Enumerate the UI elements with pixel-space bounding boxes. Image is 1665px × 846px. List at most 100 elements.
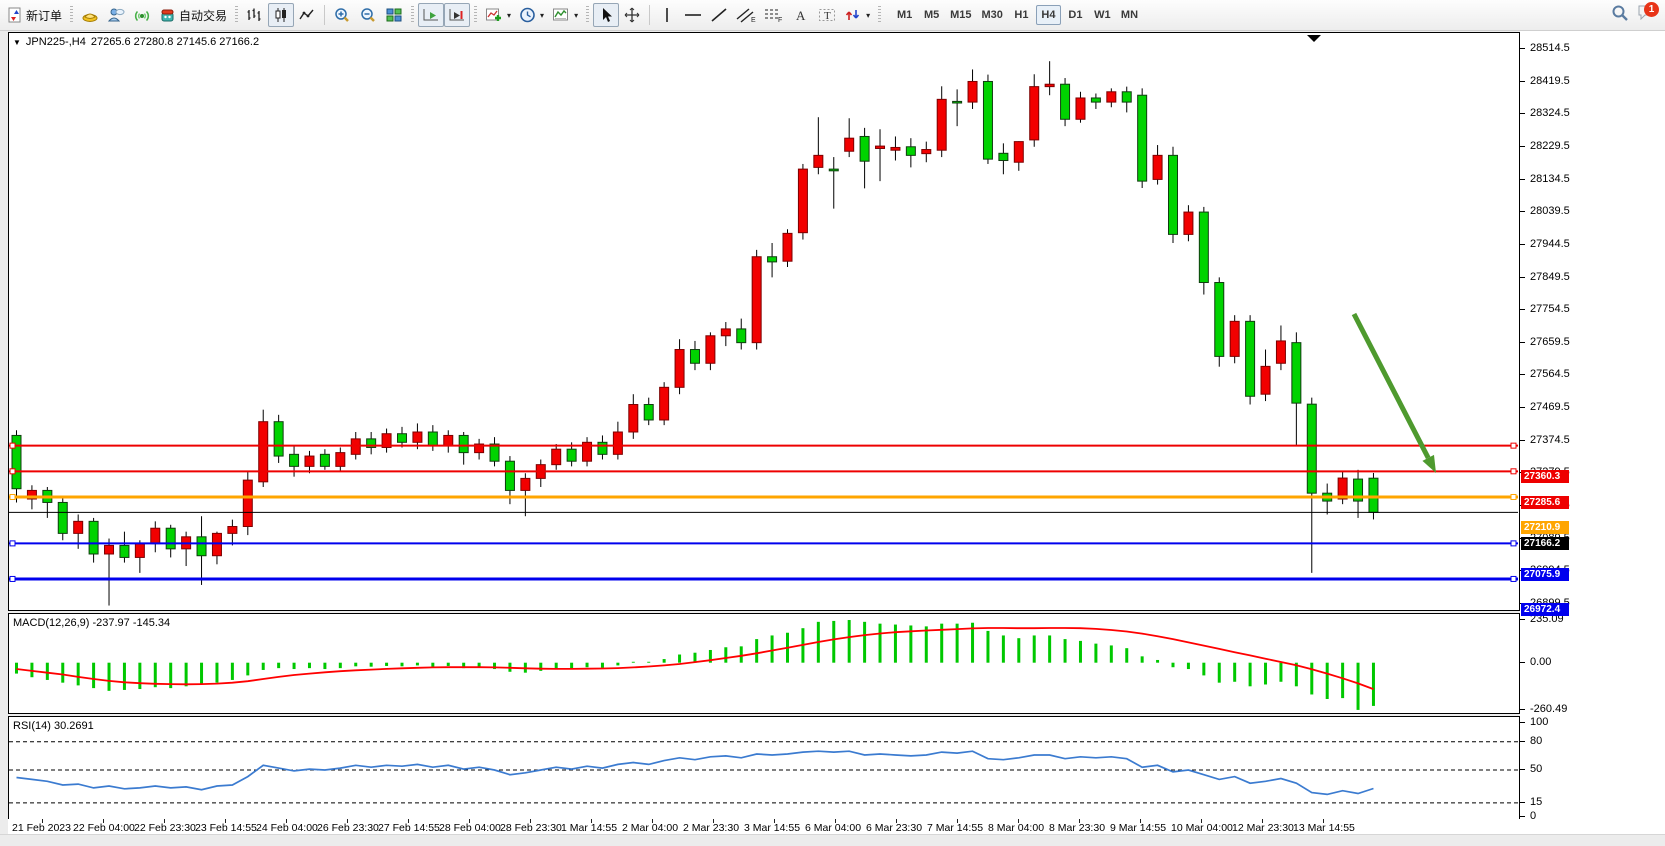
tab-h4[interactable]: H4: [1036, 5, 1061, 25]
tab-m5[interactable]: M5: [919, 5, 944, 25]
level-handle[interactable]: [10, 541, 15, 546]
level-handle[interactable]: [10, 469, 15, 474]
crosshair-button[interactable]: [619, 3, 645, 27]
arrows-button[interactable]: ▾: [840, 3, 874, 27]
level-handle[interactable]: [1511, 494, 1516, 499]
tab-m1[interactable]: M1: [892, 5, 917, 25]
candle-body: [428, 432, 437, 446]
tab-d1[interactable]: D1: [1063, 5, 1088, 25]
cursor-button[interactable]: [593, 3, 619, 27]
chart-shift-marker[interactable]: [1307, 35, 1321, 42]
trend-arrow-annotation[interactable]: [1354, 314, 1428, 458]
templates-icon: [552, 7, 570, 23]
svg-text:E: E: [751, 17, 756, 23]
candle-body: [690, 350, 699, 364]
price-axis-label: 28419.5: [1530, 75, 1570, 87]
level-handle[interactable]: [1511, 443, 1516, 448]
autotrading-icon: [159, 7, 176, 23]
axis-tick: [1520, 48, 1525, 49]
level-handle[interactable]: [1511, 469, 1516, 474]
new-order-icon: [7, 7, 23, 23]
new-order-button[interactable]: 新订单: [3, 3, 66, 27]
bar-chart-button[interactable]: [242, 3, 268, 27]
timeframe-bar: M1 M5 M15 M30 H1 H4 D1 W1 MN: [891, 5, 1143, 25]
price-axis-label: 27754.5: [1530, 303, 1570, 315]
candle-body: [320, 454, 329, 466]
price-tag: 27210.9: [1521, 521, 1569, 534]
candle-body: [1230, 321, 1239, 356]
notifications-button[interactable]: 1: [1637, 4, 1657, 22]
toolbar-grip: [411, 6, 414, 24]
community-button[interactable]: [103, 3, 129, 27]
zoom-out-icon: [359, 7, 377, 24]
axis-tick: [1520, 741, 1525, 742]
candle-body: [1215, 283, 1224, 357]
level-handle[interactable]: [10, 576, 15, 581]
tab-m30[interactable]: M30: [978, 5, 1007, 25]
arrows-icon: [844, 7, 862, 23]
autotrading-label: 自动交易: [179, 7, 227, 24]
candle-body: [829, 169, 838, 171]
candle-body: [860, 136, 869, 161]
tile-windows-button[interactable]: [381, 3, 407, 27]
signal-button[interactable]: [129, 3, 155, 27]
text-button[interactable]: A: [788, 3, 814, 27]
rsi-label: RSI(14) 30.2691: [13, 720, 94, 732]
candle-body: [290, 454, 299, 466]
add-indicator-button[interactable]: ▾: [481, 3, 515, 27]
zoom-in-button[interactable]: [329, 3, 355, 27]
price-tag: 27075.9: [1521, 568, 1569, 581]
line-chart-button[interactable]: [294, 3, 320, 27]
rsi-panel[interactable]: RSI(14) 30.2691: [8, 716, 1520, 821]
price-chart-panel[interactable]: ▼ JPN225-,H4 27265.6 27280.8 27145.6 271…: [8, 32, 1520, 611]
candle-body: [89, 521, 98, 554]
trendline-button[interactable]: [706, 3, 732, 27]
vertical-line-button[interactable]: [654, 3, 680, 27]
axis-tick: [1520, 277, 1525, 278]
gold-ingot-button[interactable]: [77, 3, 103, 27]
svg-text:F: F: [778, 17, 782, 23]
time-axis[interactable]: 21 Feb 202322 Feb 04:0022 Feb 23:3023 Fe…: [8, 819, 1520, 834]
toolbar-separator: [324, 5, 325, 25]
time-axis-label: 8 Mar 23:30: [1049, 822, 1105, 834]
level-handle[interactable]: [1511, 576, 1516, 581]
level-handle[interactable]: [1511, 541, 1516, 546]
candle-body: [783, 233, 792, 261]
dropdown-caret-icon: ▾: [574, 11, 578, 20]
left-gutter: [0, 31, 8, 834]
periods-button[interactable]: ▾: [515, 3, 548, 27]
trading-platform-window: 新订单: [0, 0, 1665, 846]
level-handle[interactable]: [10, 494, 15, 499]
text-label-button[interactable]: T: [814, 3, 840, 27]
zoom-out-button[interactable]: [355, 3, 381, 27]
equidistant-channel-icon: E: [736, 7, 756, 23]
candle-body: [752, 257, 761, 343]
autotrading-button[interactable]: 自动交易: [155, 3, 231, 27]
notification-badge: 1: [1644, 2, 1659, 17]
dropdown-caret-icon: ▾: [540, 11, 544, 20]
chart-menu-icon[interactable]: ▼: [13, 38, 21, 47]
equidistant-channel-button[interactable]: E: [732, 3, 760, 27]
tab-h1[interactable]: H1: [1009, 5, 1034, 25]
candle-body: [1369, 478, 1378, 512]
chart-shift-button[interactable]: [444, 3, 470, 27]
auto-scroll-button[interactable]: [418, 3, 444, 27]
candle-body: [598, 442, 607, 454]
templates-button[interactable]: ▾: [548, 3, 582, 27]
search-icon[interactable]: [1611, 4, 1629, 22]
tab-mn[interactable]: MN: [1117, 5, 1142, 25]
candlestick-chart-button[interactable]: [268, 3, 294, 27]
level-handle[interactable]: [10, 443, 15, 448]
horizontal-line-button[interactable]: [680, 3, 706, 27]
tab-w1[interactable]: W1: [1090, 5, 1115, 25]
candle-body: [1045, 84, 1054, 86]
rsi-chart: [9, 717, 1519, 820]
price-axis[interactable]: 27360.327285.627210.927166.227075.926972…: [1520, 32, 1665, 820]
macd-axis-label: -260.49: [1530, 703, 1567, 715]
tab-m15[interactable]: M15: [946, 5, 975, 25]
candle-body: [398, 434, 407, 443]
macd-panel[interactable]: MACD(12,26,9) -237.97 -145.34: [8, 613, 1520, 714]
toolbar-grip: [70, 6, 73, 24]
candle-body: [644, 405, 653, 420]
fibonacci-button[interactable]: F: [760, 3, 788, 27]
